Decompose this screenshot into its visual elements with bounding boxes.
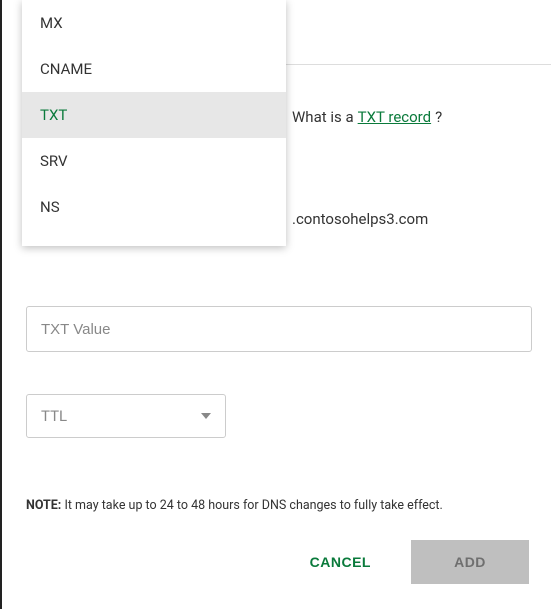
record-type-option-cname[interactable]: CNAME [22, 46, 286, 92]
hint-suffix: ? [435, 108, 442, 126]
ttl-label: TTL [41, 407, 67, 425]
section-divider [282, 64, 551, 65]
record-type-option-mx[interactable]: MX [22, 0, 286, 46]
txt-value-input[interactable] [26, 306, 532, 352]
list-spacer [22, 230, 286, 246]
note-label: NOTE: [26, 498, 61, 513]
dns-note: NOTE: It may take up to 24 to 48 hours f… [26, 498, 527, 513]
cancel-button[interactable]: CANCEL [304, 542, 377, 582]
record-type-option-srv[interactable]: SRV [22, 138, 286, 184]
action-buttons: CANCEL ADD [2, 540, 529, 584]
chevron-down-icon [201, 413, 211, 419]
txt-record-link[interactable]: TXT record [358, 108, 431, 126]
note-text: It may take up to 24 to 48 hours for DNS… [61, 498, 442, 513]
record-type-option-txt[interactable]: TXT [22, 92, 286, 138]
record-type-hint: What is a TXT record ? [292, 108, 442, 126]
record-type-list[interactable]: MX CNAME TXT SRV NS [22, 0, 286, 246]
ttl-select[interactable]: TTL [26, 394, 226, 438]
domain-suffix-label: .contosohelps3.com [292, 210, 428, 228]
record-type-dropdown[interactable]: MX CNAME TXT SRV NS [22, 0, 286, 246]
record-type-option-ns[interactable]: NS [22, 184, 286, 230]
hint-prefix: What is a [292, 108, 354, 126]
add-button[interactable]: ADD [411, 540, 529, 584]
